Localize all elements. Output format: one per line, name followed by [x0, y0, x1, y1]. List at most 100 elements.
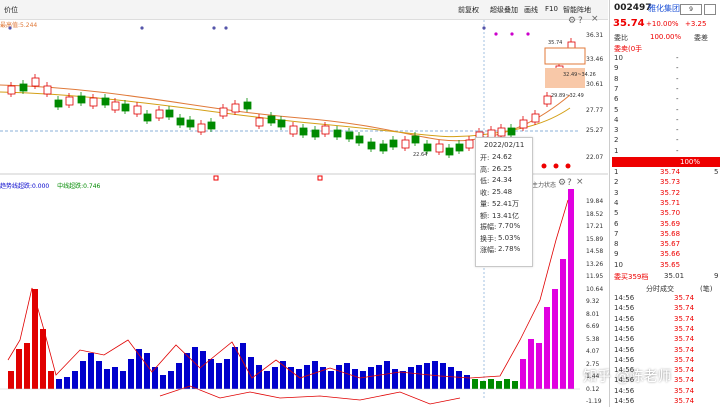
- sell-price: -: [676, 115, 679, 124]
- tooltip-value: 25.48: [492, 187, 513, 196]
- buy-price: 35.65: [660, 260, 681, 269]
- candle-up: [31, 77, 40, 87]
- sub-indicator-label: 趋势线超跌:0.000 中线超跌:0.746: [0, 181, 100, 190]
- tooltip-value: 5.03%: [498, 233, 521, 242]
- volume-bar: [384, 361, 390, 389]
- zone-box: [544, 47, 586, 65]
- volume-bar: [192, 347, 198, 389]
- tooltip-value: 26.25: [492, 164, 513, 173]
- ma-line: [0, 91, 571, 138]
- candle-up: [133, 105, 142, 115]
- volume-bar: [256, 365, 262, 389]
- candle-down: [267, 115, 276, 124]
- volume-bar: [272, 367, 278, 389]
- period-select[interactable]: 9: [680, 4, 702, 15]
- volume-bar: [416, 365, 422, 389]
- sell-total: 委卖(0手: [614, 45, 643, 53]
- tooltip-value: 7.70%: [498, 222, 521, 230]
- sub-axis-tick: 11.95: [586, 273, 604, 280]
- sell-price: -: [676, 146, 679, 155]
- buy-level: 7: [614, 229, 619, 238]
- volume-bar: [224, 359, 230, 389]
- panel-divider: [609, 0, 610, 407]
- ratio-value: 100.00%: [650, 33, 682, 41]
- volume-bar: [360, 371, 366, 389]
- sell-level: 5: [614, 105, 619, 114]
- candle-down: [121, 103, 130, 112]
- volume-bar: [264, 371, 270, 389]
- volume-bar: [560, 259, 566, 389]
- tooltip-key: 涨幅:: [480, 246, 497, 254]
- candle-down: [207, 121, 216, 130]
- ticks-title: 分时成交: [646, 285, 674, 293]
- sell-price: -: [676, 64, 679, 73]
- volume-bar: [8, 371, 14, 389]
- volume-bar: [480, 381, 486, 389]
- sell-level: 10: [614, 54, 623, 62]
- buy-price: 35.73: [660, 178, 681, 187]
- sub-chart-title: 主力状态: [532, 182, 557, 189]
- settings-icon[interactable]: ⚙: [568, 16, 576, 26]
- diff-label: 委差: [694, 34, 708, 42]
- price-annotation: 35.74: [548, 40, 562, 46]
- tooltip-value: 52.41万: [492, 200, 520, 208]
- volume-bar: [200, 351, 206, 389]
- sub-axis-tick: 1.44: [586, 373, 600, 380]
- tick-price: 35.74: [674, 366, 695, 375]
- buy-level: 9: [614, 250, 619, 259]
- menu-icon[interactable]: [704, 4, 716, 15]
- candle-down: [367, 141, 376, 150]
- tooltip-value: 2.78%: [498, 245, 521, 253]
- sub-axis-tick: 5.38: [586, 335, 600, 343]
- help-icon[interactable]: ?: [578, 16, 583, 26]
- stock-name[interactable]: 雅化集团: [648, 3, 680, 14]
- sub-axis-tick: 10.64: [586, 285, 604, 293]
- volume-bar: [368, 367, 374, 389]
- sub-axis-tick: 17.21: [586, 223, 604, 230]
- buy-level: 2: [614, 178, 619, 187]
- tooltip-key: 量:: [480, 200, 490, 208]
- buy-price: 35.74: [660, 168, 681, 176]
- candle-up: [7, 85, 16, 95]
- buy-total-price: 35.01: [664, 272, 685, 280]
- candle-down: [299, 127, 308, 136]
- settings-icon-sub[interactable]: ⚙: [558, 178, 566, 188]
- buy-level: 3: [614, 188, 619, 197]
- tick-time: 14:56: [614, 386, 635, 395]
- volume-bar: [152, 367, 158, 389]
- tooltip-key: 高:: [480, 165, 490, 174]
- volume-bar: [144, 353, 150, 389]
- tick-price: 35.74: [674, 304, 695, 313]
- candle-down: [277, 119, 286, 128]
- change-percent: +10.00%: [646, 20, 679, 28]
- volume-bar: [424, 363, 430, 389]
- candle-tooltip: 2022/02/11 开: 24.62 高: 26.25 低: 24.34 收: 25.48 量…: [475, 137, 533, 267]
- volume-bar: [544, 307, 550, 389]
- buy-price: 35.66: [660, 250, 681, 259]
- volume-bar: [80, 361, 86, 389]
- close-icon-sub[interactable]: ×: [576, 177, 584, 187]
- tick-price: 35.74: [674, 397, 695, 405]
- sell-level: 6: [614, 95, 619, 104]
- candle-down: [333, 129, 342, 138]
- tick-time: 14:56: [614, 366, 635, 375]
- tooltip-key: 低:: [480, 177, 490, 185]
- volume-bar: [472, 379, 478, 389]
- volume-bar: [408, 367, 414, 389]
- sell-level: 4: [614, 115, 619, 124]
- buy-price: 35.67: [660, 240, 681, 249]
- candle-down: [77, 95, 86, 104]
- help-icon-sub[interactable]: ?: [567, 178, 572, 188]
- candle-down: [176, 117, 185, 126]
- close-icon[interactable]: ×: [591, 14, 599, 24]
- tick-price: 35.74: [674, 294, 695, 302]
- tooltip-value: 13.41亿: [492, 211, 520, 220]
- sub-axis-tick: 9.32: [586, 298, 600, 305]
- volume-bar: [72, 371, 78, 389]
- candle-up: [43, 85, 52, 95]
- volume-bar: [304, 365, 310, 389]
- ratio-label: 委比: [614, 34, 628, 42]
- sell-level: 2: [614, 136, 619, 145]
- volume-bar: [392, 369, 398, 389]
- volume-bar: [352, 369, 358, 389]
